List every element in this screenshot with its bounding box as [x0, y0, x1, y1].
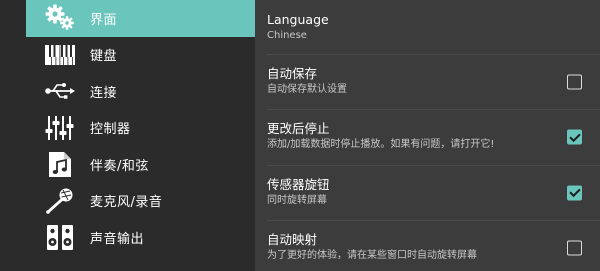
sidebar-item-label: 伴奏/和弦 [90, 158, 149, 174]
sidebar-item-connection[interactable]: 连接 [26, 73, 255, 110]
settings-panel: Language Chinese 自动保存 自动保存默认设置 更改后停止 添加/… [255, 0, 600, 271]
gears-icon [43, 3, 77, 33]
sidebar-item-label: 声音输出 [90, 231, 145, 247]
auto-save-title: 自动保存 [267, 66, 318, 82]
language-setting[interactable]: Language Chinese [267, 0, 600, 56]
sensor-rotate-subtitle: 同时旋转屏幕 [267, 194, 327, 206]
auto-save-setting[interactable]: 自动保存 自动保存默认设置 [267, 55, 600, 111]
auto-save-subtitle: 自动保存默认设置 [267, 84, 347, 96]
sensor-rotate-title: 传感器旋钮 [267, 176, 330, 192]
sensor-rotate-checkbox[interactable] [567, 185, 582, 201]
sidebar-item-microphone[interactable]: 麦克风/录音 [26, 183, 255, 220]
sliders-icon [43, 113, 77, 143]
language-value: Chinese [267, 30, 307, 41]
language-title: Language [267, 12, 329, 27]
stop-after-change-title: 更改后停止 [267, 121, 330, 137]
speakers-icon [43, 222, 77, 252]
sidebar-item-label: 麦克风/录音 [90, 195, 163, 211]
sidebar-item-interface[interactable]: 界面 [26, 0, 255, 37]
sidebar-item-controller[interactable]: 控制器 [26, 110, 255, 147]
sidebar-item-label: 控制器 [90, 122, 131, 138]
stop-after-change-setting[interactable]: 更改后停止 添加/加载数据时停止播放。如果有问题，请打开它! [267, 110, 600, 166]
piano-keyboard-icon [43, 40, 77, 70]
auto-mirror-title: 自动映射 [267, 231, 318, 247]
auto-mirror-setting[interactable]: 自动映射 为了更好的体验，请在某些窗口时自动旋转屏幕 [267, 221, 600, 271]
app-window: 界面 键盘 连接 控制器 伴奏/和弦 麦克风/录音 声音输出 Language … [0, 0, 600, 271]
sidebar-item-label: 界面 [90, 12, 118, 28]
auto-save-checkbox[interactable] [567, 74, 582, 90]
stop-after-change-subtitle: 添加/加载数据时停止播放。如果有问题，请打开它! [267, 139, 495, 151]
usb-icon [43, 76, 77, 106]
sidebar-item-label: 连接 [90, 85, 118, 101]
auto-mirror-subtitle: 为了更好的体验，请在某些窗口时自动旋转屏幕 [267, 249, 477, 261]
sidebar-item-label: 键盘 [90, 49, 118, 65]
stop-after-change-checkbox[interactable] [567, 129, 582, 145]
sensor-rotate-setting[interactable]: 传感器旋钮 同时旋转屏幕 [267, 166, 600, 221]
microphone-icon [43, 186, 77, 216]
settings-sidebar: 界面 键盘 连接 控制器 伴奏/和弦 麦克风/录音 声音输出 [0, 0, 255, 271]
music-file-icon [43, 149, 77, 179]
sidebar-item-sound-output[interactable]: 声音输出 [26, 219, 255, 256]
sidebar-item-keyboard[interactable]: 键盘 [26, 37, 255, 74]
sidebar-item-accompaniment[interactable]: 伴奏/和弦 [26, 146, 255, 183]
auto-mirror-checkbox[interactable] [567, 240, 582, 256]
